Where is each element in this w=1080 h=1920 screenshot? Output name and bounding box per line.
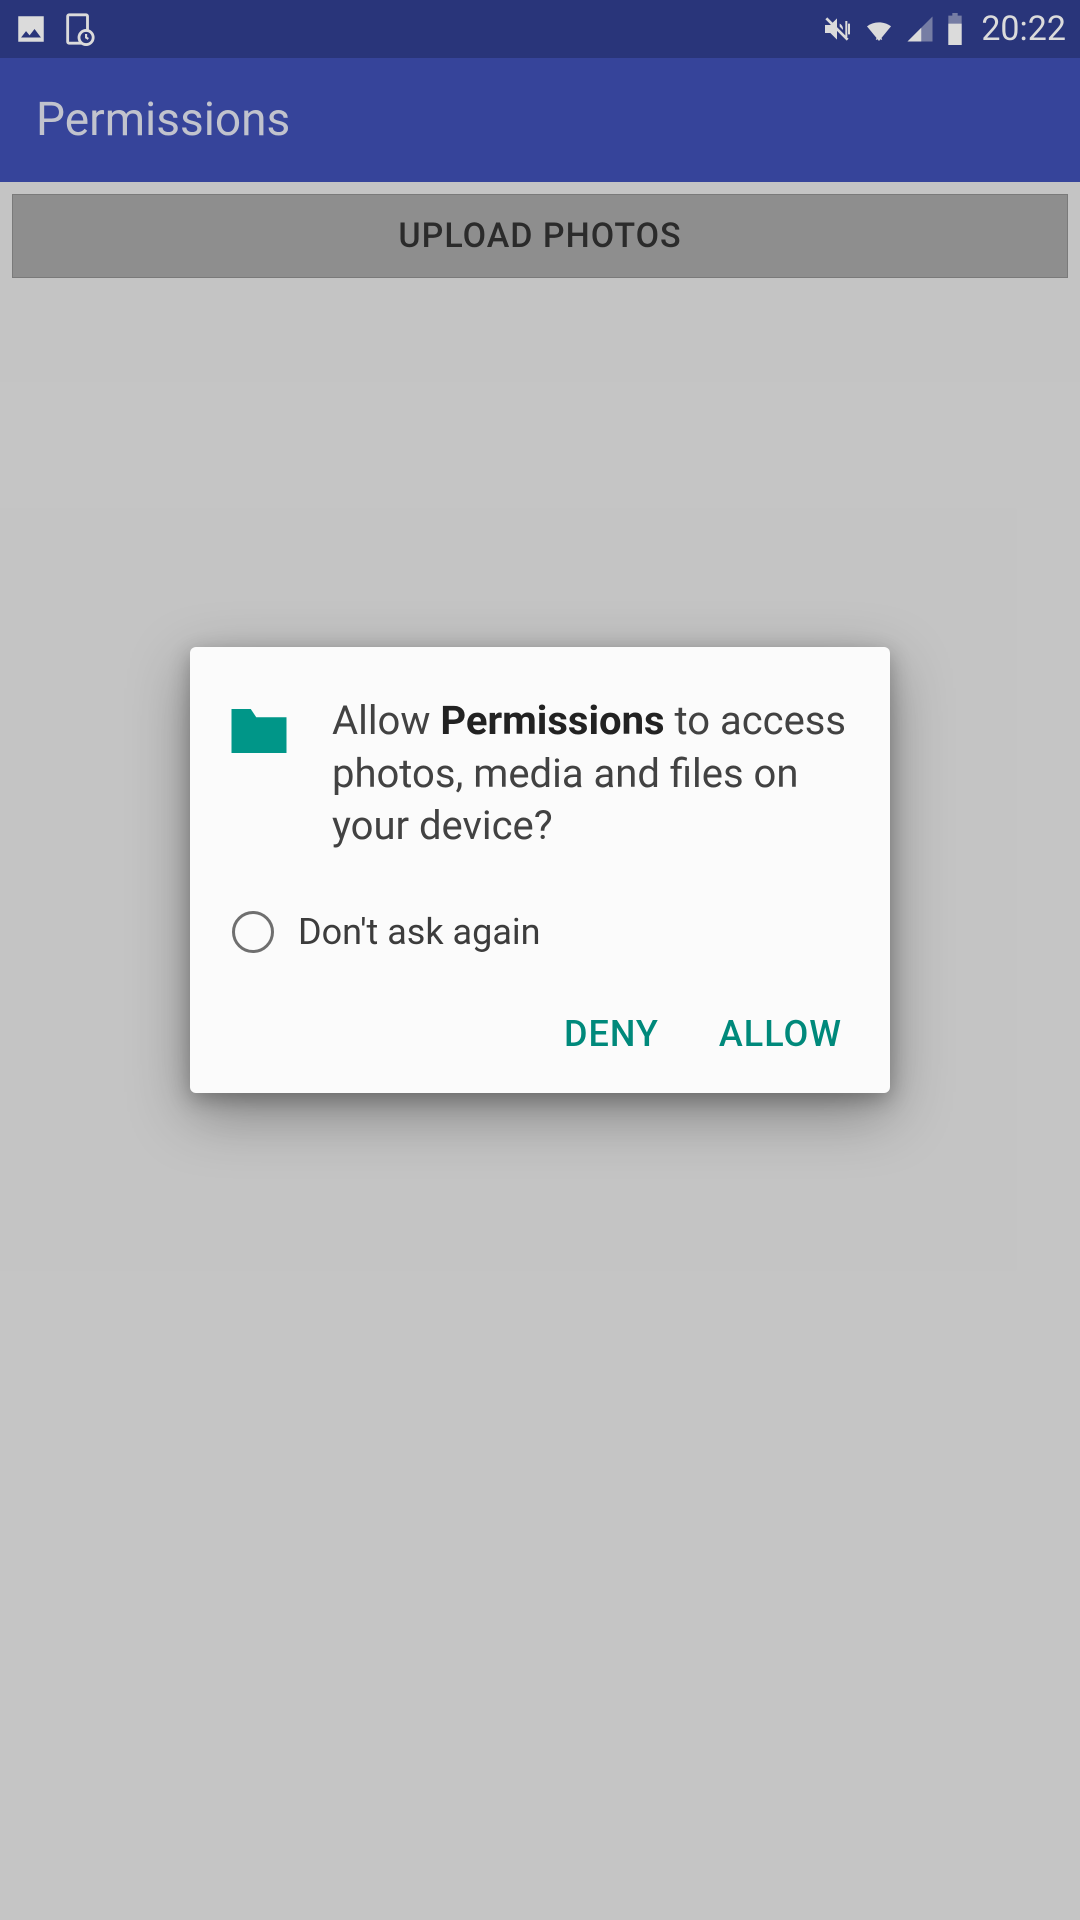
folder-icon — [226, 703, 292, 759]
dialog-header: Allow Permissions to access photos, medi… — [226, 695, 854, 853]
deny-button[interactable]: DENY — [562, 1007, 661, 1061]
dialog-text-prefix: Allow — [332, 697, 440, 744]
dialog-scrim[interactable]: Allow Permissions to access photos, medi… — [0, 0, 1080, 1920]
dont-ask-again-checkbox[interactable]: Don't ask again — [232, 911, 854, 953]
permission-dialog: Allow Permissions to access photos, medi… — [190, 647, 890, 1093]
dont-ask-again-label: Don't ask again — [298, 911, 541, 953]
dialog-app-name: Permissions — [440, 697, 664, 744]
checkbox-indicator — [232, 911, 274, 953]
dialog-message: Allow Permissions to access photos, medi… — [332, 695, 854, 853]
allow-button[interactable]: ALLOW — [717, 1007, 844, 1061]
dialog-actions: DENY ALLOW — [226, 1007, 854, 1061]
